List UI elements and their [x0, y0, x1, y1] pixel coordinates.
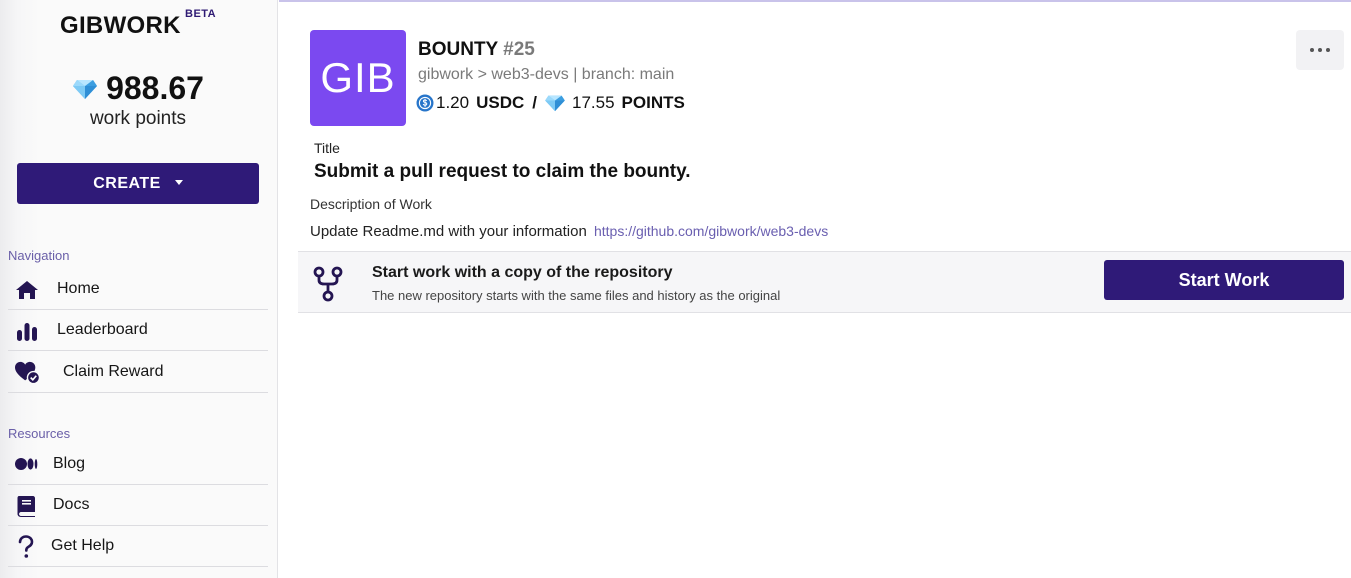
beta-badge: BETA: [185, 8, 217, 20]
sidebar-item-label: Docs: [53, 496, 90, 513]
sidebar-item-blog[interactable]: Blog: [8, 444, 268, 485]
question-icon: [18, 535, 34, 558]
points-amount: 17.55: [572, 93, 615, 112]
chevron-down-icon: [174, 180, 183, 185]
sidebar-item-label: Claim Reward: [63, 363, 164, 380]
home-icon: [16, 281, 38, 299]
heart-check-icon: [15, 361, 40, 385]
sidebar-item-label: Leaderboard: [57, 321, 148, 338]
app-root: GIBWORK BETA 988.67 work points CREATE N…: [0, 0, 1351, 578]
usdc-icon: [416, 94, 434, 112]
sidebar-item-docs[interactable]: Docs: [8, 485, 268, 526]
resources-section-label: Resources: [8, 426, 71, 441]
points-unit: POINTS: [621, 93, 685, 112]
usdc-amount: 1.20: [436, 93, 470, 112]
bounty-heading: BOUNTY #25: [418, 39, 535, 61]
create-button-label: CREATE: [93, 174, 161, 192]
diamond-icon: [73, 79, 98, 99]
description-text: Update Readme.md with your information h…: [310, 223, 828, 240]
create-button[interactable]: CREATE: [17, 163, 259, 204]
bounty-title: Submit a pull request to claim the bount…: [314, 161, 691, 182]
sidebar-item-label: Home: [57, 280, 100, 297]
start-work-button[interactable]: Start Work: [1104, 260, 1344, 300]
sidebar: GIBWORK BETA 988.67 work points CREATE N…: [0, 0, 278, 578]
bounty-detail: GIB BOUNTY #25 gibwork > web3-devs | bra…: [279, 2, 1351, 578]
start-work-title: Start work with a copy of the repository: [372, 264, 673, 281]
points-balance: 988.67: [0, 70, 276, 107]
bounty-number: #25: [503, 39, 535, 60]
bounty-logo: GIB: [310, 30, 406, 126]
sidebar-item-home[interactable]: Home: [8, 269, 268, 310]
diamond-icon: [545, 95, 565, 112]
book-icon: [17, 496, 35, 517]
reward-summary: 1.20 USDC / 17.55 POINTS: [416, 93, 685, 113]
description-body: Update Readme.md with your information: [310, 223, 587, 240]
leaderboard-icon: [17, 323, 37, 341]
repo-breadcrumb: gibwork > web3-devs | branch: main: [418, 66, 675, 83]
sidebar-item-label: Blog: [53, 455, 86, 472]
bounty-title-prefix: BOUNTY: [418, 39, 498, 60]
medium-icon: [15, 458, 38, 470]
more-icon: [1310, 48, 1314, 52]
points-label: work points: [89, 108, 187, 129]
sidebar-item-leaderboard[interactable]: Leaderboard: [8, 310, 268, 351]
reward-separator: /: [532, 93, 537, 112]
git-fork-icon: [313, 266, 343, 302]
start-work-panel: Start work with a copy of the repository…: [298, 251, 1351, 313]
sidebar-item-claim-reward[interactable]: Claim Reward: [8, 352, 268, 393]
repo-link[interactable]: https://github.com/gibwork/web3-devs: [594, 223, 828, 239]
points-value: 988.67: [106, 70, 204, 106]
usdc-unit: USDC: [476, 93, 525, 112]
sidebar-item-label: Get Help: [51, 537, 115, 554]
more-options-button[interactable]: [1296, 30, 1344, 70]
title-label: Title: [314, 140, 340, 156]
description-label: Description of Work: [310, 196, 432, 212]
start-work-subtitle: The new repository starts with the same …: [372, 288, 781, 303]
navigation-section-label: Navigation: [8, 248, 70, 263]
brand-logo[interactable]: GIBWORK: [60, 12, 181, 40]
sidebar-item-get-help[interactable]: Get Help: [8, 526, 268, 567]
